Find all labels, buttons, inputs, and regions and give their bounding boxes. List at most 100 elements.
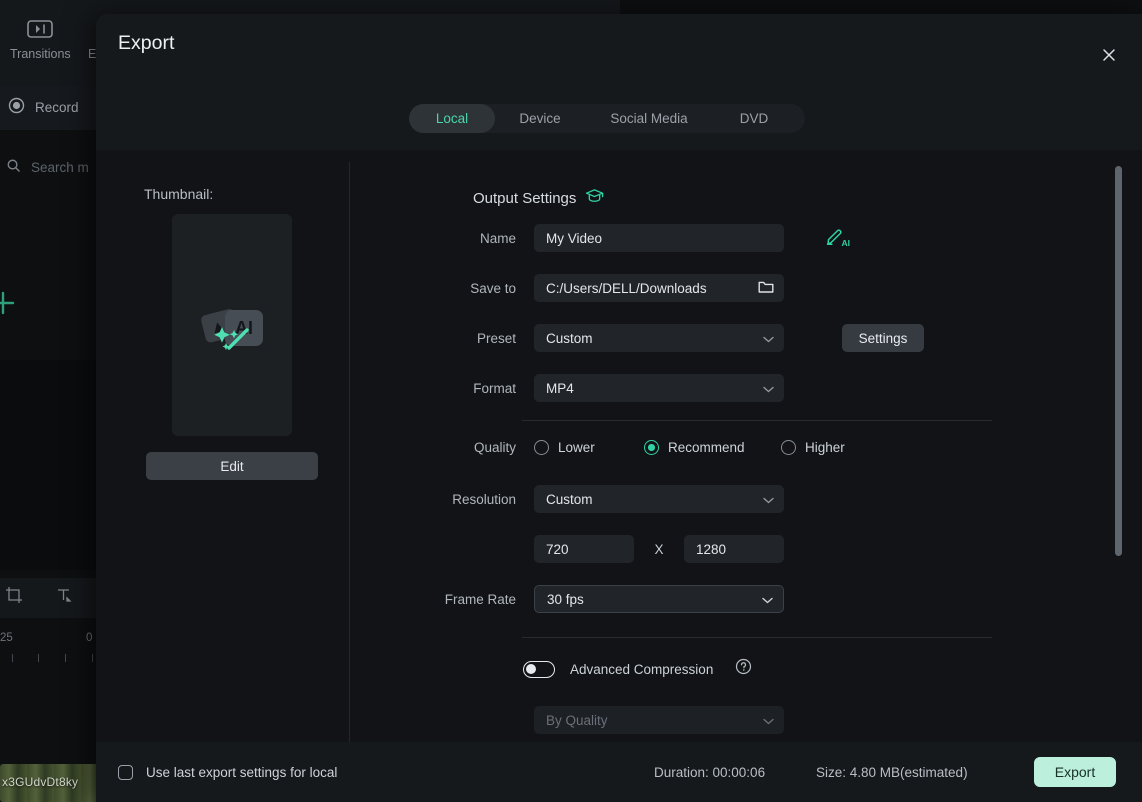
radio-icon-selected bbox=[644, 440, 659, 455]
column-divider bbox=[349, 162, 350, 774]
format-row: Format MP4 bbox=[376, 374, 784, 402]
close-button[interactable] bbox=[1094, 42, 1124, 72]
output-settings-heading: Output Settings bbox=[473, 188, 604, 208]
settings-scrollbar-thumb[interactable] bbox=[1115, 166, 1122, 556]
timeline-clip-label: x3GUdvDt8ky bbox=[2, 775, 79, 789]
name-row: Name My Video AI bbox=[376, 224, 850, 252]
timeline-ruler[interactable]: 25 0 bbox=[0, 632, 98, 668]
resolution-width-value: 720 bbox=[546, 541, 569, 557]
dialog-body: Thumbnail: AI Edit Output Settings Name … bbox=[96, 150, 1142, 774]
svg-text:AI: AI bbox=[842, 238, 851, 248]
chevron-down-icon bbox=[763, 492, 774, 507]
thumbnail-preview[interactable]: AI bbox=[172, 214, 292, 436]
quality-radio-group: Lower Recommend Higher bbox=[534, 440, 845, 455]
chevron-down-icon bbox=[763, 331, 774, 346]
save-to-input[interactable]: C:/Users/DELL/Downloads bbox=[534, 274, 784, 302]
quality-option-label: Higher bbox=[805, 440, 845, 455]
app-root: Transitions E Record Search m 25 0 x3GUd… bbox=[0, 0, 1142, 802]
frame-rate-label: Frame Rate bbox=[444, 591, 516, 607]
format-label: Format bbox=[473, 380, 516, 396]
quality-option-label: Lower bbox=[558, 440, 595, 455]
frame-rate-row: Frame Rate 30 fps bbox=[376, 585, 784, 613]
tab-local[interactable]: Local bbox=[409, 104, 495, 133]
quality-option-higher[interactable]: Higher bbox=[781, 440, 845, 455]
tab-social-media[interactable]: Social Media bbox=[585, 104, 713, 133]
dialog-footer: Use last export settings for local Durat… bbox=[96, 742, 1142, 802]
toolbar-item-transitions[interactable]: Transitions bbox=[10, 18, 71, 61]
save-to-value: C:/Users/DELL/Downloads bbox=[546, 280, 707, 296]
preset-label: Preset bbox=[476, 330, 516, 346]
output-settings-heading-label: Output Settings bbox=[473, 189, 577, 207]
quality-label: Quality bbox=[473, 440, 516, 455]
duration-text: Duration: 00:00:06 bbox=[654, 764, 766, 780]
use-last-settings-label: Use last export settings for local bbox=[146, 764, 338, 780]
use-last-settings-checkbox[interactable]: Use last export settings for local bbox=[118, 764, 338, 780]
preset-value: Custom bbox=[546, 330, 593, 346]
export-button[interactable]: Export bbox=[1034, 757, 1116, 787]
help-icon[interactable] bbox=[735, 658, 752, 680]
resolution-label: Resolution bbox=[452, 491, 516, 507]
thumbnail-label: Thumbnail: bbox=[144, 186, 214, 202]
record-icon bbox=[8, 97, 25, 117]
preset-settings-button[interactable]: Settings bbox=[842, 324, 924, 352]
preset-row: Preset Custom Settings bbox=[376, 324, 924, 352]
close-icon bbox=[1101, 47, 1117, 68]
ruler-tick-label: 0 bbox=[86, 632, 93, 644]
advanced-compression-toggle[interactable] bbox=[523, 660, 555, 678]
resolution-select[interactable]: Custom bbox=[534, 485, 784, 513]
name-label: Name bbox=[479, 230, 516, 246]
search-icon bbox=[6, 158, 21, 176]
compression-mode-value: By Quality bbox=[546, 712, 608, 728]
resolution-row: Resolution Custom bbox=[376, 485, 784, 513]
resolution-dimensions-row: 720 X 1280 bbox=[376, 535, 784, 563]
export-target-tabs: Local Device Social Media DVD bbox=[409, 104, 805, 133]
format-select[interactable]: MP4 bbox=[534, 374, 784, 402]
advanced-compression-row: Advanced Compression bbox=[523, 658, 752, 680]
compression-mode-select[interactable]: By Quality bbox=[534, 706, 784, 734]
size-text: Size: 4.80 MB(estimated) bbox=[816, 764, 968, 780]
text-tool-icon[interactable] bbox=[55, 586, 73, 609]
chevron-down-icon bbox=[763, 713, 774, 728]
name-input-value: My Video bbox=[546, 230, 603, 246]
save-to-row: Save to C:/Users/DELL/Downloads bbox=[376, 274, 784, 302]
toggle-knob bbox=[526, 663, 536, 674]
search-placeholder-text: Search m bbox=[31, 159, 89, 175]
quality-option-lower[interactable]: Lower bbox=[534, 440, 644, 455]
advanced-compression-label: Advanced Compression bbox=[570, 661, 714, 677]
quality-option-label: Recommend bbox=[668, 440, 745, 455]
preset-select[interactable]: Custom bbox=[534, 324, 784, 352]
tab-device[interactable]: Device bbox=[495, 104, 585, 133]
tab-dvd[interactable]: DVD bbox=[713, 104, 795, 133]
graduation-cap-icon[interactable] bbox=[585, 188, 604, 208]
transitions-icon bbox=[25, 18, 55, 40]
quality-row: Quality Lower Recommend Higher bbox=[376, 440, 845, 455]
editor-preview-area bbox=[0, 360, 98, 570]
output-settings-panel: Output Settings Name My Video AI Save to… bbox=[376, 150, 1102, 742]
frame-rate-select[interactable]: 30 fps bbox=[534, 585, 784, 613]
resolution-width-input[interactable]: 720 bbox=[534, 535, 634, 563]
add-media-button[interactable] bbox=[0, 286, 20, 325]
dialog-title: Export bbox=[118, 32, 175, 54]
compression-mode-row: By Quality bbox=[376, 706, 784, 734]
chevron-down-icon bbox=[763, 381, 774, 396]
quality-option-recommend[interactable]: Recommend bbox=[644, 440, 781, 455]
chevron-down-icon bbox=[762, 592, 773, 607]
name-input[interactable]: My Video bbox=[534, 224, 784, 252]
section-divider-quality bbox=[522, 420, 992, 421]
save-to-label: Save to bbox=[470, 280, 516, 296]
folder-icon[interactable] bbox=[758, 280, 774, 297]
resolution-height-input[interactable]: 1280 bbox=[684, 535, 784, 563]
ai-thumbnail-placeholder-icon: AI bbox=[189, 288, 275, 363]
timeline-clip[interactable]: x3GUdvDt8ky bbox=[0, 764, 98, 802]
export-dialog: Export Local Device Social Media DVD Thu… bbox=[96, 14, 1142, 802]
crop-icon[interactable] bbox=[5, 586, 23, 609]
toolbar-item-label: Transitions bbox=[10, 47, 71, 61]
edit-thumbnail-button[interactable]: Edit bbox=[146, 452, 318, 480]
section-divider-compression bbox=[522, 637, 992, 638]
record-label: Record bbox=[35, 99, 79, 115]
ai-pen-icon[interactable]: AI bbox=[824, 228, 852, 255]
checkbox-icon bbox=[118, 764, 133, 780]
resolution-value: Custom bbox=[546, 491, 593, 507]
record-button[interactable]: Record bbox=[8, 97, 79, 117]
search-media-input[interactable]: Search m bbox=[6, 158, 89, 176]
